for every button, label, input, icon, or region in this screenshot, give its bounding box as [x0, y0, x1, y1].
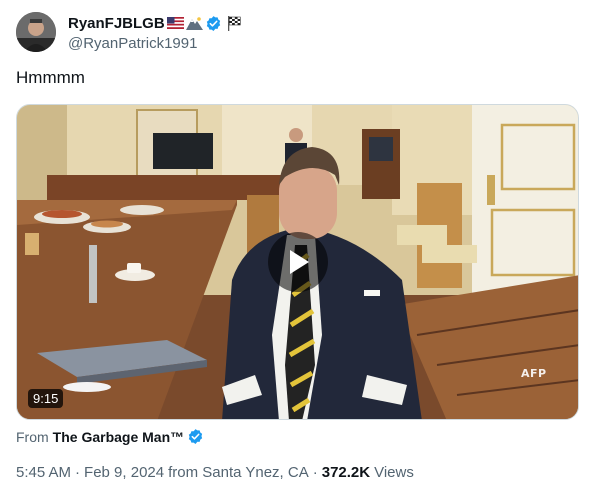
user-handle[interactable]: @RyanPatrick1991: [68, 35, 242, 52]
verified-badge-icon: [187, 428, 204, 445]
media-attribution: From The Garbage Man™: [16, 428, 204, 445]
display-name[interactable]: RyanFJBLGB: [68, 15, 165, 32]
video-duration: 9:15: [28, 389, 64, 408]
attribution-source-link[interactable]: The Garbage Man™: [53, 429, 184, 445]
tweet-time[interactable]: 5:45 AM: [16, 464, 71, 481]
video-watermark: AFP: [521, 367, 547, 380]
tweet-text: Hmmmm: [16, 68, 85, 87]
tweet-date[interactable]: Feb 9, 2024: [84, 464, 164, 481]
tweet-meta: 5:45 AM · Feb 9, 2024 from Santa Ynez, C…: [16, 464, 414, 481]
us-flag-icon: [166, 17, 184, 29]
meta-separator: ·: [312, 464, 318, 481]
checkered-flag-icon: [227, 15, 242, 31]
views-count: 372.2K: [321, 464, 371, 481]
avatar[interactable]: [16, 12, 56, 52]
verified-badge-icon[interactable]: [205, 15, 222, 32]
play-button[interactable]: [268, 232, 328, 292]
play-icon: [290, 250, 309, 274]
meta-separator: ·: [75, 464, 81, 481]
views-label: Views: [374, 464, 414, 481]
mountain-icon: [185, 16, 203, 30]
video-player[interactable]: 9:15 AFP: [16, 104, 579, 420]
attribution-prefix: From: [16, 428, 49, 445]
tweet-location: from Santa Ynez, CA: [168, 464, 309, 481]
tweet-header: RyanFJBLGB @RyanPatrick1991: [16, 12, 596, 56]
